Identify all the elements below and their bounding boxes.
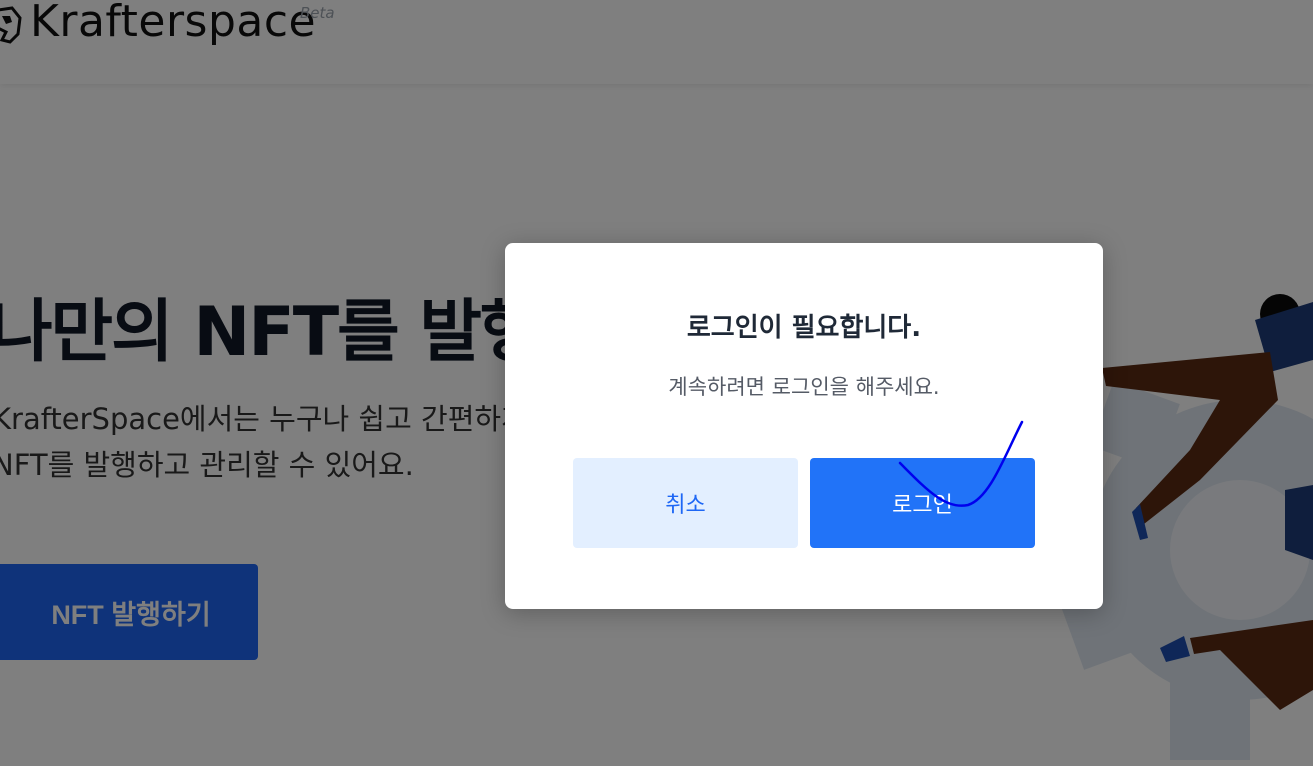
login-required-dialog: 로그인이 필요합니다. 계속하려면 로그인을 해주세요. 취소 로그인 xyxy=(505,243,1103,609)
dialog-message: 계속하려면 로그인을 해주세요. xyxy=(668,375,940,399)
cancel-button[interactable]: 취소 xyxy=(573,458,798,548)
page: Krafterspace Beta 나만의 NFT를 발행 KrafterSpa… xyxy=(0,0,1313,766)
login-button[interactable]: 로그인 xyxy=(810,458,1035,548)
dialog-title: 로그인이 필요합니다. xyxy=(686,313,922,343)
